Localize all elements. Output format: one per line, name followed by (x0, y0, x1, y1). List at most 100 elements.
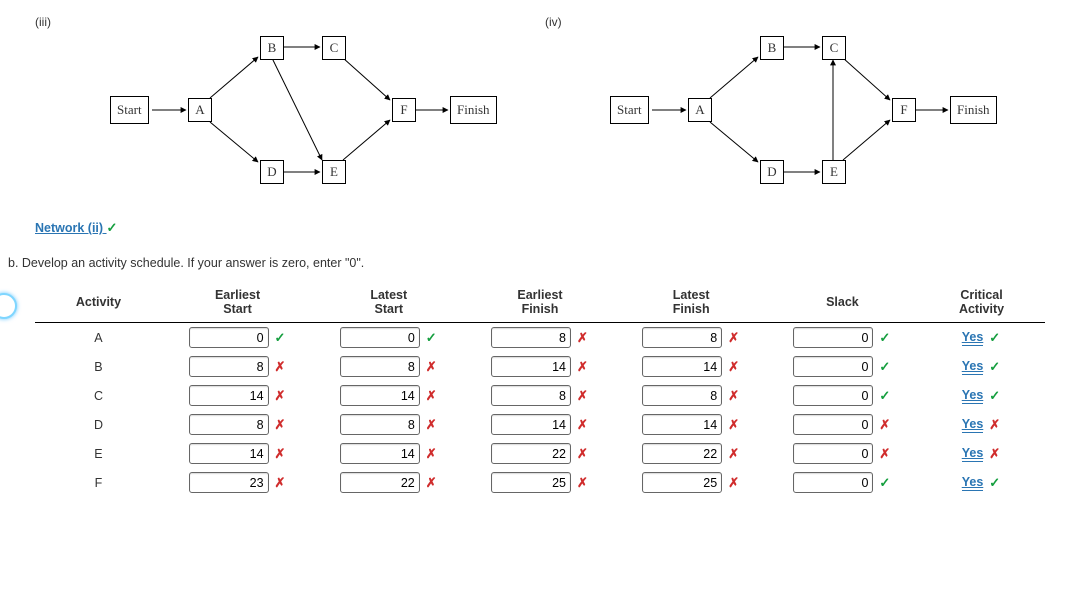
ls-input[interactable] (340, 472, 420, 493)
ls-input[interactable] (340, 443, 420, 464)
th-crit: CriticalActivity (918, 282, 1045, 323)
node-finish: Finish (950, 96, 997, 124)
x-icon: ✗ (426, 475, 438, 491)
x-icon: ✗ (275, 359, 287, 375)
node-a: A (688, 98, 712, 122)
lf-input[interactable] (642, 414, 722, 435)
x-icon: ✗ (989, 446, 1001, 462)
network-answer-link[interactable]: Network (ii) ✓ (35, 220, 119, 236)
node-d: D (760, 160, 784, 184)
node-b: B (260, 36, 284, 60)
slack-input[interactable] (793, 356, 873, 377)
node-start: Start (110, 96, 149, 124)
diagram-iv: (iv) Start A B C D E F (520, 10, 1020, 190)
x-icon: ✗ (577, 388, 589, 404)
lf-input[interactable] (642, 472, 722, 493)
check-icon: ✓ (989, 388, 1001, 404)
es-input[interactable] (189, 472, 269, 493)
lf-input[interactable] (642, 443, 722, 464)
table-row: D✗✗✗✗✗Yes ✗ (35, 410, 1045, 439)
node-f: F (392, 98, 416, 122)
node-e: E (322, 160, 346, 184)
x-icon: ✗ (426, 446, 438, 462)
x-icon: ✗ (728, 330, 740, 346)
x-icon: ✗ (275, 417, 287, 433)
x-icon: ✗ (577, 446, 589, 462)
check-icon: ✓ (989, 330, 1001, 346)
slack-input[interactable] (793, 443, 873, 464)
ef-input[interactable] (491, 385, 571, 406)
check-icon: ✓ (275, 330, 287, 346)
x-icon: ✗ (728, 388, 740, 404)
th-ls: LatestStart (313, 282, 464, 323)
es-input[interactable] (189, 385, 269, 406)
critical-select[interactable]: Yes (962, 446, 984, 462)
th-slack: Slack (767, 282, 918, 323)
x-icon: ✗ (728, 475, 740, 491)
help-icon[interactable] (0, 293, 17, 319)
critical-select[interactable]: Yes (962, 475, 984, 491)
x-icon: ✗ (577, 330, 589, 346)
critical-select[interactable]: Yes (962, 417, 984, 433)
node-finish: Finish (450, 96, 497, 124)
node-a: A (188, 98, 212, 122)
x-icon: ✗ (577, 359, 589, 375)
check-icon: ✓ (879, 475, 891, 491)
activity-label: D (35, 410, 162, 439)
node-d: D (260, 160, 284, 184)
lf-input[interactable] (642, 385, 722, 406)
question-text: b. Develop an activity schedule. If your… (0, 256, 1080, 270)
ef-input[interactable] (491, 472, 571, 493)
check-icon: ✓ (879, 388, 891, 404)
ef-input[interactable] (491, 327, 571, 348)
th-activity: Activity (35, 282, 162, 323)
slack-input[interactable] (793, 472, 873, 493)
x-icon: ✗ (275, 475, 287, 491)
es-input[interactable] (189, 327, 269, 348)
slack-input[interactable] (793, 414, 873, 435)
ls-input[interactable] (340, 356, 420, 377)
table-row: F✗✗✗✗✓Yes ✓ (35, 468, 1045, 497)
x-icon: ✗ (275, 388, 287, 404)
x-icon: ✗ (728, 417, 740, 433)
node-b: B (760, 36, 784, 60)
critical-select[interactable]: Yes (962, 330, 984, 346)
table-row: A✓✓✗✗✓Yes ✓ (35, 323, 1045, 353)
th-ef: EarliestFinish (464, 282, 615, 323)
table-row: E ✗ ✗ ✗ ✗ ✗ Yes ✗ (35, 439, 1045, 468)
th-lf: LatestFinish (616, 282, 767, 323)
node-f: F (892, 98, 916, 122)
x-icon: ✗ (426, 359, 438, 375)
slack-input[interactable] (793, 385, 873, 406)
ef-input[interactable] (491, 443, 571, 464)
check-icon: ✓ (107, 220, 119, 236)
lf-input[interactable] (642, 327, 722, 348)
ls-input[interactable] (340, 385, 420, 406)
ls-input[interactable] (340, 414, 420, 435)
activity-label: F (35, 468, 162, 497)
x-icon: ✗ (728, 359, 740, 375)
x-icon: ✗ (879, 446, 891, 462)
x-icon: ✗ (577, 417, 589, 433)
x-icon: ✗ (275, 446, 287, 462)
critical-select[interactable]: Yes (962, 359, 984, 375)
ef-input[interactable] (491, 356, 571, 377)
slack-input[interactable] (793, 327, 873, 348)
ls-input[interactable] (340, 327, 420, 348)
ef-input[interactable] (491, 414, 571, 435)
table-row: C✗✗✗✗✓Yes ✓ (35, 381, 1045, 410)
diagram-row: (iii) Start A B C D E F (0, 0, 1080, 190)
es-input[interactable] (189, 414, 269, 435)
activity-label: B (35, 352, 162, 381)
lf-input[interactable] (642, 356, 722, 377)
check-icon: ✓ (879, 330, 891, 346)
es-input[interactable] (189, 443, 269, 464)
activity-label: E (35, 439, 162, 468)
check-icon: ✓ (426, 330, 438, 346)
x-icon: ✗ (728, 446, 740, 462)
diagram-label: (iv) (545, 15, 562, 29)
es-input[interactable] (189, 356, 269, 377)
critical-select[interactable]: Yes (962, 388, 984, 404)
th-es: EarliestStart (162, 282, 313, 323)
x-icon: ✗ (426, 388, 438, 404)
